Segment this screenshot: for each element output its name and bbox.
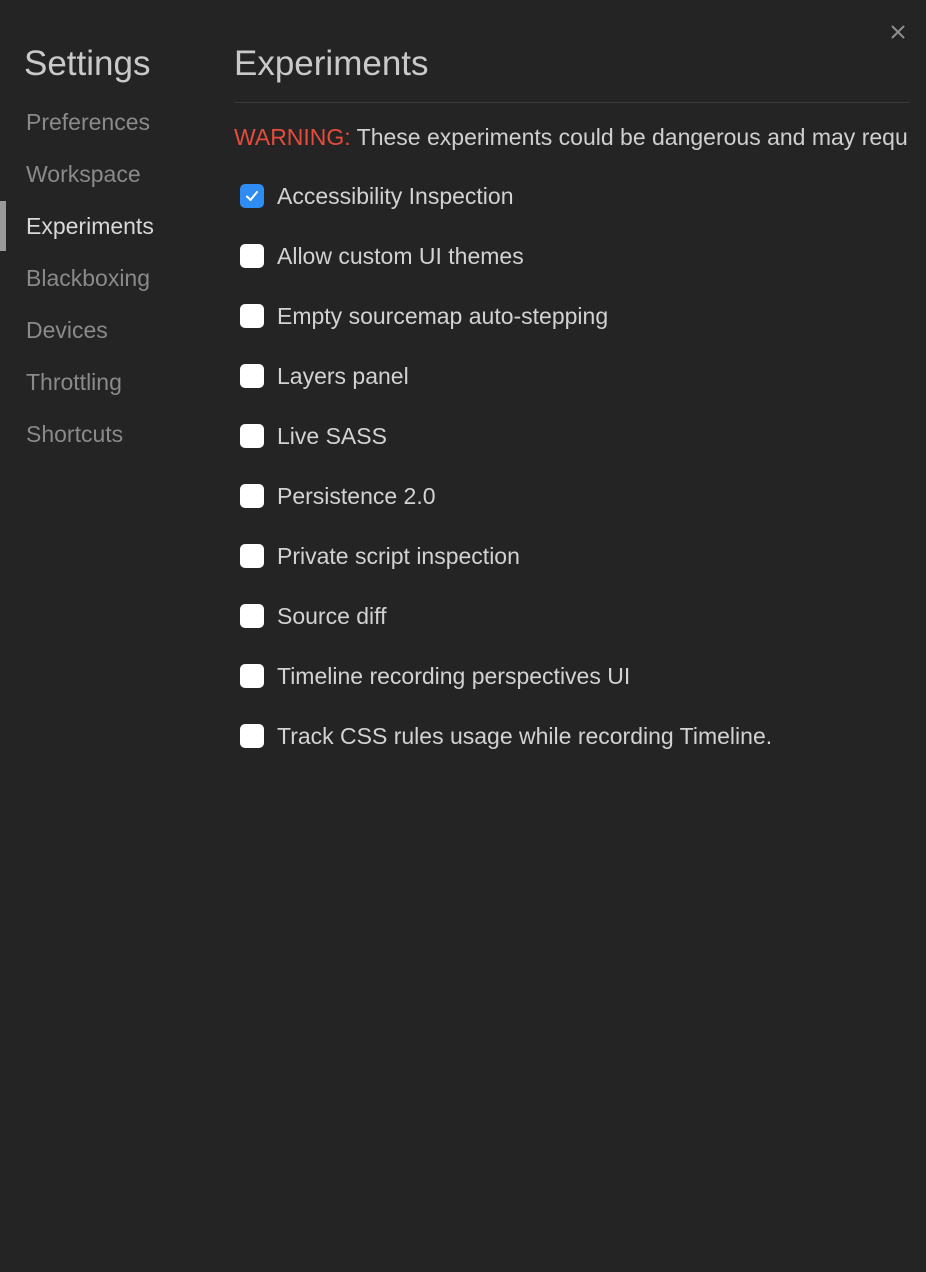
experiment-row-layers-panel[interactable]: Layers panel — [234, 346, 910, 406]
experiment-label: Layers panel — [277, 362, 409, 389]
warning-text: These experiments could be dangerous and… — [350, 124, 908, 150]
sidebar-item-blackboxing[interactable]: Blackboxing — [0, 252, 210, 304]
sidebar-item-devices[interactable]: Devices — [0, 304, 210, 356]
experiment-checkbox[interactable] — [240, 304, 264, 328]
sidebar-item-throttling[interactable]: Throttling — [0, 356, 210, 408]
experiment-row-track-css-rules-usage[interactable]: Track CSS rules usage while recording Ti… — [234, 706, 910, 766]
experiments-panel: Experiments WARNING: These experiments c… — [234, 0, 910, 1272]
experiment-checkbox[interactable] — [240, 604, 264, 628]
experiment-checkbox[interactable] — [240, 484, 264, 508]
experiment-row-live-sass[interactable]: Live SASS — [234, 406, 910, 466]
experiment-checkbox[interactable] — [240, 724, 264, 748]
checkmark-icon — [246, 191, 258, 201]
experiment-label: Accessibility Inspection — [277, 182, 514, 209]
settings-sidebar: Settings Preferences Workspace Experimen… — [0, 0, 210, 1272]
warning-label: WARNING: — [234, 124, 351, 150]
experiment-checkbox[interactable] — [240, 364, 264, 388]
experiment-checkbox[interactable] — [240, 424, 264, 448]
experiment-checkbox[interactable] — [240, 244, 264, 268]
experiment-row-accessibility-inspection[interactable]: Accessibility Inspection — [234, 166, 910, 226]
experiment-row-private-script-inspection[interactable]: Private script inspection — [234, 526, 910, 586]
settings-window: Settings Preferences Workspace Experimen… — [0, 0, 926, 1272]
experiment-row-timeline-recording-perspectives[interactable]: Timeline recording perspectives UI — [234, 646, 910, 706]
experiment-label: Empty sourcemap auto-stepping — [277, 302, 609, 329]
sidebar-item-workspace[interactable]: Workspace — [0, 148, 210, 200]
warning-message: WARNING: These experiments could be dang… — [234, 120, 910, 154]
experiment-checkbox[interactable] — [240, 544, 264, 568]
experiments-list: Accessibility Inspection Allow custom UI… — [234, 166, 910, 766]
experiment-row-source-diff[interactable]: Source diff — [234, 586, 910, 646]
sidebar-item-experiments[interactable]: Experiments — [0, 200, 210, 252]
experiment-label: Persistence 2.0 — [277, 482, 436, 509]
sidebar-title: Settings — [24, 44, 151, 83]
experiment-label: Source diff — [277, 602, 387, 629]
experiment-row-empty-sourcemap-auto-stepping[interactable]: Empty sourcemap auto-stepping — [234, 286, 910, 346]
sidebar-item-preferences[interactable]: Preferences — [0, 96, 210, 148]
title-divider — [234, 102, 910, 103]
experiment-checkbox[interactable] — [240, 184, 264, 208]
experiment-label: Allow custom UI themes — [277, 242, 524, 269]
sidebar-item-shortcuts[interactable]: Shortcuts — [0, 408, 210, 460]
page-title: Experiments — [234, 44, 429, 83]
sidebar-nav: Preferences Workspace Experiments Blackb… — [0, 96, 210, 460]
experiment-row-persistence-2[interactable]: Persistence 2.0 — [234, 466, 910, 526]
experiment-label: Timeline recording perspectives UI — [277, 662, 631, 689]
experiment-label: Live SASS — [277, 422, 387, 449]
experiment-checkbox[interactable] — [240, 664, 264, 688]
experiment-label: Private script inspection — [277, 542, 520, 569]
experiment-row-allow-custom-ui-themes[interactable]: Allow custom UI themes — [234, 226, 910, 286]
experiment-label: Track CSS rules usage while recording Ti… — [277, 722, 773, 749]
